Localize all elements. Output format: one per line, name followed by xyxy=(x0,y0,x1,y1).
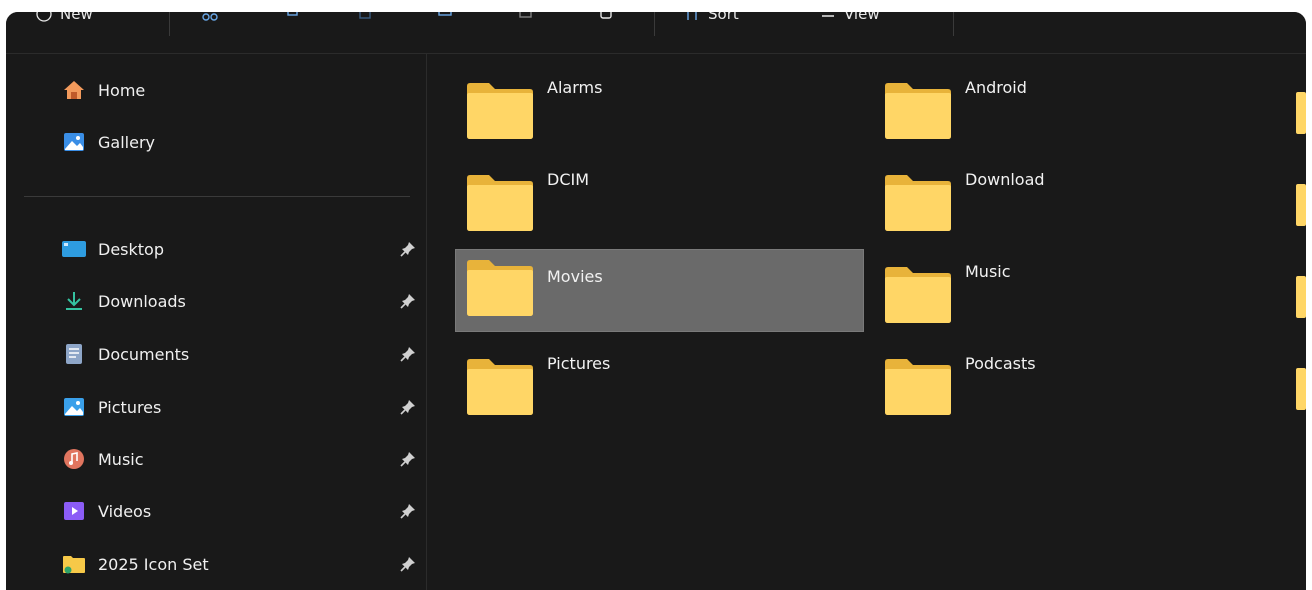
copy-icon[interactable] xyxy=(284,12,300,20)
new-button[interactable]: New xyxy=(36,12,93,28)
folder-icon-partial[interactable] xyxy=(1296,92,1306,134)
folder-name: Pictures xyxy=(547,354,611,373)
sidebar-item-label: 2025 Icon Set xyxy=(98,554,209,574)
folder-icon xyxy=(885,83,951,139)
share-icon[interactable] xyxy=(518,12,534,20)
rename-icon[interactable] xyxy=(438,12,454,20)
new-label: New xyxy=(60,12,93,23)
pin-icon[interactable] xyxy=(400,503,416,519)
folder-icon-partial[interactable] xyxy=(1296,368,1306,410)
folder-icon xyxy=(62,552,86,576)
folder-icon-partial[interactable] xyxy=(1296,184,1306,226)
cut-icon[interactable] xyxy=(202,12,218,22)
pin-icon[interactable] xyxy=(400,451,416,467)
toolbar-separator xyxy=(953,12,954,36)
sidebar-item-music[interactable]: Music xyxy=(62,444,422,474)
command-bar: New Sort View xyxy=(6,12,1306,54)
folder-name: Music xyxy=(965,262,1011,281)
folder-icon-partial[interactable] xyxy=(1296,276,1306,318)
paste-icon[interactable] xyxy=(358,12,374,20)
sidebar-item-documents[interactable]: Documents xyxy=(62,339,422,369)
documents-icon xyxy=(62,342,86,366)
folder-name: Download xyxy=(965,170,1045,189)
sidebar-item-label: Downloads xyxy=(98,291,186,311)
file-explorer-window: New Sort View Home Gallery Desktop Downl… xyxy=(6,12,1306,590)
folder-name: Podcasts xyxy=(965,354,1036,373)
pin-icon[interactable] xyxy=(400,241,416,257)
music-icon xyxy=(62,447,86,471)
folder-item-alarms[interactable]: Alarms xyxy=(455,74,864,157)
folder-name: Movies xyxy=(547,267,603,286)
folder-icon xyxy=(467,83,533,139)
sidebar-item-label: Home xyxy=(98,80,146,100)
folder-item-download[interactable]: Download xyxy=(873,166,1282,249)
downloads-icon xyxy=(62,289,86,313)
folder-icon xyxy=(885,359,951,415)
pin-icon[interactable] xyxy=(400,346,416,362)
gallery-icon xyxy=(62,130,86,154)
folder-icon xyxy=(467,175,533,231)
sidebar-item-downloads[interactable]: Downloads xyxy=(62,286,422,316)
folder-item-android[interactable]: Android xyxy=(873,74,1282,157)
sidebar-item-label: Desktop xyxy=(98,239,164,259)
pin-icon[interactable] xyxy=(400,293,416,309)
folder-item-podcasts[interactable]: Podcasts xyxy=(873,350,1282,433)
sidebar-item-home[interactable]: Home xyxy=(62,75,422,105)
folder-icon xyxy=(885,267,951,323)
sidebar-item-label: Pictures xyxy=(98,397,162,417)
folder-icon xyxy=(467,260,533,316)
file-list: Alarms Android DCIM Download Movies Musi… xyxy=(427,53,1306,590)
folder-name: Alarms xyxy=(547,78,603,97)
sidebar-item-desktop[interactable]: Desktop xyxy=(62,234,422,264)
folder-item-movies[interactable]: Movies xyxy=(455,249,864,332)
pin-icon[interactable] xyxy=(400,399,416,415)
folder-icon xyxy=(885,175,951,231)
folder-item-dcim[interactable]: DCIM xyxy=(455,166,864,249)
sidebar-item-pictures[interactable]: Pictures xyxy=(62,392,422,422)
view-label: View xyxy=(844,12,880,23)
sidebar-item-label: Music xyxy=(98,449,144,469)
view-icon xyxy=(822,15,834,17)
sidebar-divider xyxy=(24,196,410,197)
sidebar-item-gallery[interactable]: Gallery xyxy=(62,127,422,157)
desktop-icon xyxy=(62,237,86,261)
videos-icon xyxy=(62,499,86,523)
sidebar-item-videos[interactable]: Videos xyxy=(62,496,422,526)
plus-circle-icon xyxy=(36,12,52,22)
folder-item-pictures[interactable]: Pictures xyxy=(455,350,864,433)
folder-item-music[interactable]: Music xyxy=(873,258,1282,341)
pictures-icon xyxy=(62,395,86,419)
sort-icon xyxy=(687,12,697,20)
sidebar-item-label: Videos xyxy=(98,501,152,521)
toolbar-separator xyxy=(654,12,655,36)
home-icon xyxy=(62,78,86,102)
navigation-pane: Home Gallery Desktop Downloads Documents… xyxy=(6,53,427,590)
view-button[interactable]: View xyxy=(820,12,880,28)
sidebar-item-2025-icon-set[interactable]: 2025 Icon Set xyxy=(62,549,422,579)
folder-name: DCIM xyxy=(547,170,590,189)
delete-icon[interactable] xyxy=(598,12,614,20)
sort-label: Sort xyxy=(708,12,739,23)
sidebar-item-label: Documents xyxy=(98,344,190,364)
sort-button[interactable]: Sort xyxy=(684,12,739,28)
pin-icon[interactable] xyxy=(400,556,416,572)
sidebar-item-label: Gallery xyxy=(98,132,155,152)
toolbar-separator xyxy=(169,12,170,36)
folder-name: Android xyxy=(965,78,1027,97)
folder-icon xyxy=(467,359,533,415)
